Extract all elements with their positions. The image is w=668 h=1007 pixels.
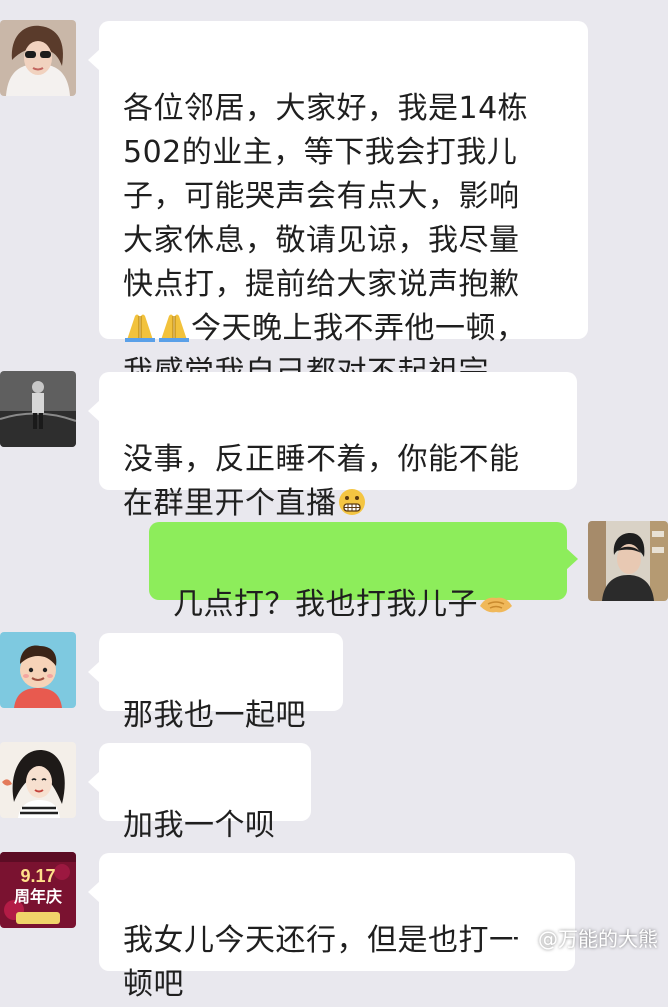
pray-emoji [123,312,157,342]
pray-emoji [157,312,191,342]
weibo-icon [512,926,534,950]
message-text: 我女儿今天还行，但是也打一 顿吧 [123,923,520,1002]
avatar-badge-line1: 9.17 [20,866,56,886]
message-text: 几点打？我也打我儿子 [173,587,478,622]
message-text: 那我也一起吧 [123,698,306,733]
message-bubble[interactable]: 加我一个呗 [88,743,311,843]
message-bubble[interactable]: 各位邻居，大家好，我是14栋 502的业主，等下我会打我儿 子，可能哭声会有点大… [88,21,588,390]
message-text: 没事，反正睡不着，你能不能 在群里开个直播 [123,442,520,521]
shake-hands-emoji [478,590,514,618]
avatar-cartoon-boy[interactable] [0,632,76,708]
grimace-emoji [337,487,367,517]
avatar-cartoon-girl[interactable] [0,742,76,818]
message-bubble[interactable]: 没事，反正睡不着，你能不能 在群里开个直播 [88,372,577,521]
avatar-woman-sunglasses[interactable] [0,20,76,96]
my-message-bubble[interactable]: 几点打？我也打我儿子 [149,522,578,622]
message-bubble[interactable]: 那我也一起吧 [88,633,343,733]
avatar-badge-line2: 周年庆 [13,887,62,906]
avatar-my-profile[interactable] [588,521,668,601]
message-bubble[interactable]: 我女儿今天还行，但是也打一 顿吧 [88,853,575,1002]
avatar-anniversary-banner[interactable]: 9.17 周年庆 [0,852,76,928]
watermark-text: @万能的大熊 [538,927,658,951]
message-text: 加我一个呗 [123,808,276,843]
avatar-dark-photo[interactable] [0,371,76,447]
message-text: 各位邻居，大家好，我是14栋 502的业主，等下我会打我儿 子，可能哭声会有点大… [123,91,529,302]
watermark: @万能的大熊 [512,923,658,952]
